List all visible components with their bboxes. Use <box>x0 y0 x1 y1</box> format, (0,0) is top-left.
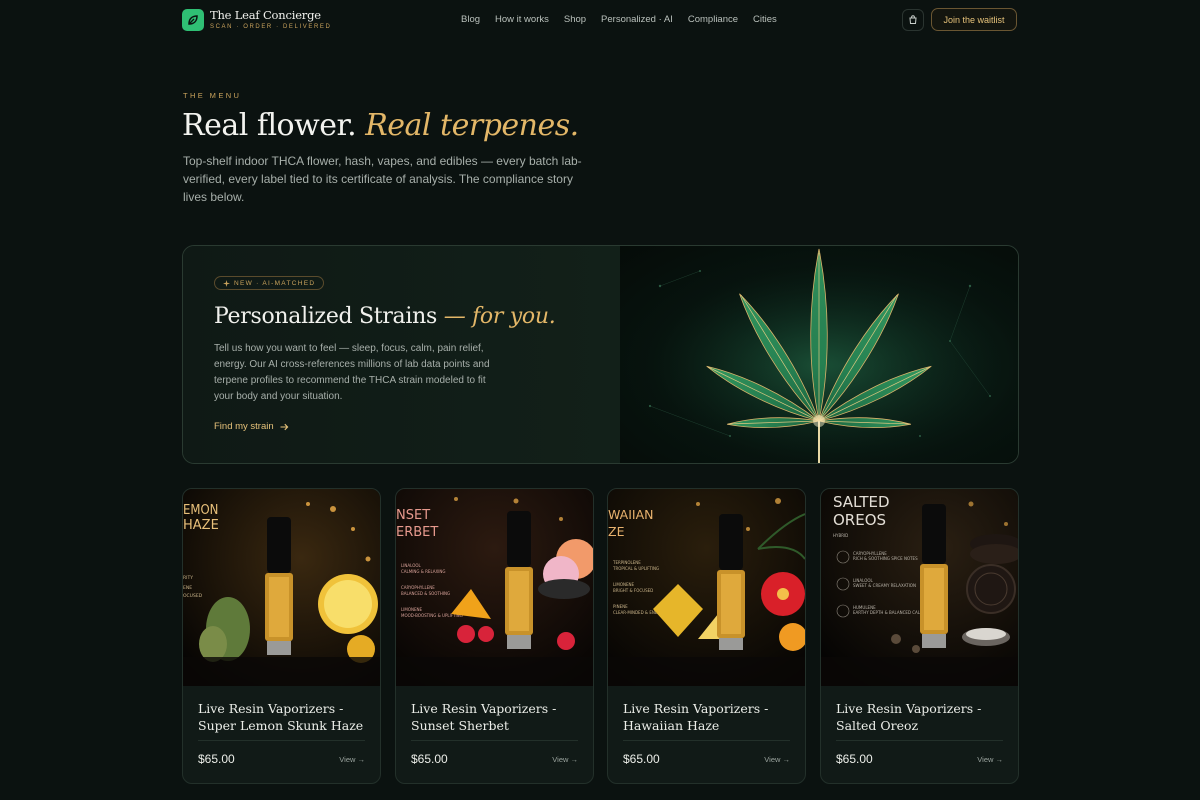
feature-title-main: Personalized Strains <box>214 304 437 329</box>
svg-text:ENE: ENE <box>183 585 192 591</box>
page-title-main: Real flower. <box>182 108 357 143</box>
card-divider <box>623 740 790 741</box>
svg-text:HYBRID: HYBRID <box>833 533 848 538</box>
feature-content: NEW · AI-MATCHED Personalized Strains — … <box>183 246 620 463</box>
new-badge: NEW · AI-MATCHED <box>214 276 325 290</box>
svg-text:NSET: NSET <box>396 508 430 523</box>
product-image: EMON HAZE RITY ENE OCUSED <box>183 489 380 686</box>
nav-link-cities[interactable]: Cities <box>753 14 777 25</box>
brand-tagline: SCAN · ORDER · DELIVERED <box>210 23 332 30</box>
join-waitlist-button[interactable]: Join the waitlist <box>931 8 1017 31</box>
nav-link-shop[interactable]: Shop <box>564 14 586 25</box>
product-image: WAIIAN ZE TERPINOLENE TROPICAL & UPLIFTI… <box>608 489 805 686</box>
svg-text:BALANCED & SOOTHING: BALANCED & SOOTHING <box>401 591 450 596</box>
leaf-icon <box>182 9 204 31</box>
svg-text:LINALOOL: LINALOOL <box>401 563 422 568</box>
product-card[interactable]: SALTED OREOS HYBRID CARYOPHYLLENE RICH &… <box>820 488 1019 784</box>
product-card[interactable]: EMON HAZE RITY ENE OCUSED Live Resin Vap… <box>182 488 381 784</box>
svg-text:WAIIAN: WAIIAN <box>608 507 654 522</box>
arrow-right-icon <box>280 423 289 430</box>
top-nav: The Leaf Concierge SCAN · ORDER · DELIVE… <box>0 0 1200 40</box>
svg-text:SWEET & CREAMY RELAXATION: SWEET & CREAMY RELAXATION <box>853 583 916 588</box>
sparkle-icon <box>223 279 230 287</box>
find-my-strain-link[interactable]: Find my strain <box>214 421 289 432</box>
nav-links: Blog How it works Shop Personalized · AI… <box>461 14 792 25</box>
svg-text:EARTHY DEPTH & BALANCED CALM: EARTHY DEPTH & BALANCED CALM <box>853 610 924 615</box>
product-card[interactable]: WAIIAN ZE TERPINOLENE TROPICAL & UPLIFTI… <box>607 488 806 784</box>
view-product-link[interactable]: View → <box>552 755 578 764</box>
find-my-strain-label: Find my strain <box>214 421 274 432</box>
nav-link-blog[interactable]: Blog <box>461 14 480 25</box>
product-name[interactable]: Live Resin Vaporizers - Super Lemon Skun… <box>198 700 368 734</box>
svg-text:OREOS: OREOS <box>833 511 886 529</box>
svg-text:PINENE: PINENE <box>613 604 628 609</box>
nav-link-compliance[interactable]: Compliance <box>688 14 738 25</box>
brand-name: The Leaf Concierge <box>210 8 321 23</box>
product-price: $65.00 <box>198 752 235 766</box>
cart-button[interactable] <box>902 9 924 31</box>
card-divider <box>198 740 365 741</box>
cannabis-leaf-illustration <box>620 246 1018 463</box>
svg-text:BRIGHT & FOCUSED: BRIGHT & FOCUSED <box>613 588 653 593</box>
product-price: $65.00 <box>836 752 873 766</box>
svg-text:LIMONENE: LIMONENE <box>613 582 635 587</box>
view-product-link[interactable]: View → <box>764 755 790 764</box>
svg-text:LIMONENE: LIMONENE <box>401 607 423 612</box>
feature-description: Tell us how you want to feel — sleep, fo… <box>214 343 490 402</box>
cart-icon <box>909 15 917 24</box>
section-eyebrow: THE MENU <box>183 91 242 100</box>
feature-title-accent: — for you. <box>443 304 556 329</box>
product-price: $65.00 <box>623 752 660 766</box>
badge-label: NEW · AI-MATCHED <box>234 279 316 287</box>
product-name[interactable]: Live Resin Vaporizers - Salted Oreoz <box>836 700 1006 734</box>
svg-text:OCUSED: OCUSED <box>183 593 203 599</box>
svg-text:ERBET: ERBET <box>396 525 438 540</box>
card-divider <box>411 740 578 741</box>
brand-logo[interactable]: The Leaf Concierge SCAN · ORDER · DELIVE… <box>182 9 331 31</box>
feature-title: Personalized Strains — for you. <box>214 304 556 329</box>
svg-text:EMON: EMON <box>183 503 218 518</box>
svg-text:CARYOPHYLLENE: CARYOPHYLLENE <box>401 585 435 590</box>
product-image: SALTED OREOS HYBRID CARYOPHYLLENE RICH &… <box>821 489 1018 686</box>
page-title: Real flower. Real terpenes. <box>182 108 579 143</box>
svg-text:HAZE: HAZE <box>183 518 219 533</box>
svg-text:TERPINOLENE: TERPINOLENE <box>612 560 641 565</box>
card-divider <box>836 740 1003 741</box>
product-name[interactable]: Live Resin Vaporizers - Hawaiian Haze <box>623 700 793 734</box>
svg-text:RICH & SOOTHING SPICE NOTES: RICH & SOOTHING SPICE NOTES <box>853 556 918 561</box>
view-product-link[interactable]: View → <box>339 755 365 764</box>
svg-text:RITY: RITY <box>183 575 193 581</box>
art-title: EMON HAZE <box>183 503 219 533</box>
personalized-strains-card: NEW · AI-MATCHED Personalized Strains — … <box>182 245 1019 464</box>
product-card[interactable]: NSET ERBET LINALOOL CALMING & RELAXING C… <box>395 488 594 784</box>
svg-text:SALTED: SALTED <box>833 493 890 511</box>
product-name[interactable]: Live Resin Vaporizers - Sunset Sherbet <box>411 700 581 734</box>
cannabis-leaf-icon <box>620 246 1018 463</box>
svg-text:TROPICAL & UPLIFTING: TROPICAL & UPLIFTING <box>612 566 659 571</box>
nav-link-how-it-works[interactable]: How it works <box>495 14 549 25</box>
svg-text:ZE: ZE <box>608 524 625 539</box>
hero-description: Top-shelf indoor THCA flower, hash, vape… <box>183 154 582 204</box>
view-product-link[interactable]: View → <box>977 755 1003 764</box>
product-price: $65.00 <box>411 752 448 766</box>
product-image: NSET ERBET LINALOOL CALMING & RELAXING C… <box>396 489 593 686</box>
svg-text:CALMING & RELAXING: CALMING & RELAXING <box>401 569 446 574</box>
nav-link-personalized-ai[interactable]: Personalized · AI <box>601 14 673 25</box>
page-title-accent: Real terpenes. <box>365 108 579 143</box>
